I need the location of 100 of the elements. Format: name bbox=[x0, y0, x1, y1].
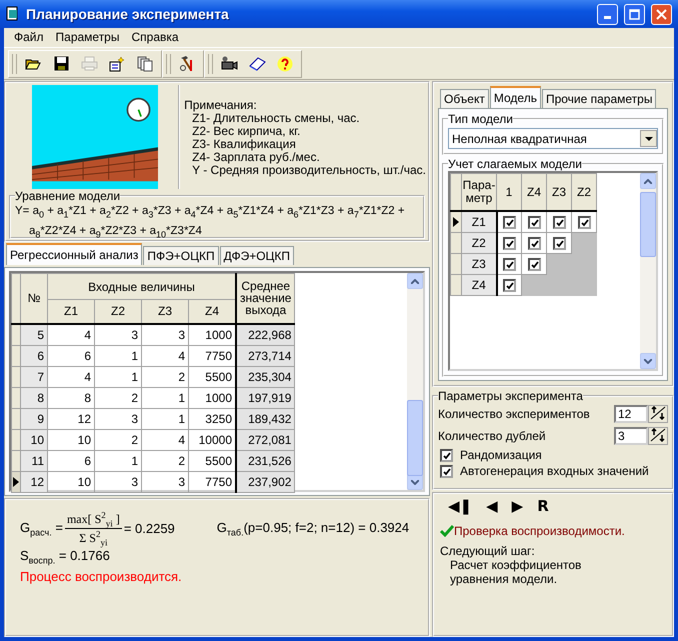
checkbox[interactable] bbox=[528, 237, 540, 250]
checkbox[interactable] bbox=[528, 258, 540, 272]
scroll-up-button[interactable] bbox=[407, 273, 423, 289]
table-cell: 12 bbox=[48, 408, 94, 429]
maximize-button[interactable] bbox=[624, 4, 645, 24]
table-cell: 6 bbox=[20, 345, 48, 366]
table-cell: 272,081 bbox=[236, 429, 295, 450]
table-cell: 3 bbox=[94, 408, 142, 429]
dropdown-button[interactable] bbox=[640, 130, 657, 147]
column-header: Среднее значение выхода bbox=[236, 274, 295, 324]
close-button[interactable] bbox=[651, 4, 672, 24]
model-equation: Y= a$_{0}$ + a$_{1}$*Z1 + a$_{2}$*Z2 + a$_{3}$*Z3 + a$_{4}$*Z4 + a$_{5}$*Z1*Z4 + a$_{6}$*Z1*Z3 + a$_{7}$*Z1*Z2 + a$_{8}$*Z2*Z4 + a$_{9}$*Z2*Z3 + a$_{10}$*Z3*Z4 bbox=[15, 204, 406, 242]
menu-item[interactable]: Параметры bbox=[50, 30, 126, 44]
table-cell: Z2 bbox=[462, 232, 496, 254]
tab[interactable]: ПФЭ+ОЦКП bbox=[143, 246, 219, 265]
table-cell: 237,902 bbox=[236, 471, 295, 492]
scrollbar-thumb[interactable] bbox=[407, 400, 423, 476]
tab[interactable]: Регрессионный анализ bbox=[6, 243, 142, 265]
table-cell: 7 bbox=[20, 366, 48, 387]
scrollbar[interactable] bbox=[640, 173, 656, 369]
table-cell: 12 bbox=[20, 471, 48, 492]
table-cell: 4 bbox=[142, 429, 188, 450]
navigation-button[interactable]: ◀ bbox=[484, 497, 500, 515]
navigation-button[interactable]: ▶ bbox=[510, 497, 526, 515]
row-indicator[interactable] bbox=[12, 471, 20, 492]
column-header: 1 bbox=[496, 174, 522, 211]
table-cell: 235,304 bbox=[236, 366, 295, 387]
navigation-button[interactable]: ◀❚ bbox=[446, 497, 474, 515]
field-label: Количество экспериментов bbox=[438, 407, 590, 421]
table-cell: 231,526 bbox=[236, 450, 295, 471]
column-header: Z4 bbox=[522, 174, 546, 211]
notes-text: Примечания: Z1- Длительность смены, час. Z2- Вес кирпича, кг. Z3- Квалификация Z4- Зарплата руб./мес. Y - Средняя производительность, шт./час. bbox=[178, 85, 426, 189]
navigation-button[interactable]: R bbox=[535, 497, 551, 515]
scrollbar[interactable] bbox=[407, 273, 423, 490]
table-cell: 3 bbox=[94, 324, 142, 345]
menu-item[interactable]: Справка bbox=[125, 30, 185, 44]
g-calc-value: = 0.2259 bbox=[124, 521, 175, 536]
tab[interactable]: Прочие параметры bbox=[542, 89, 656, 108]
column-header: Z3 bbox=[142, 300, 188, 324]
checkbox[interactable] bbox=[502, 216, 516, 230]
table-cell: 4 bbox=[48, 366, 94, 387]
camera-icon bbox=[220, 56, 238, 71]
status-message: Проверка воспроизводимости. bbox=[454, 524, 625, 538]
table-cell: 10 bbox=[48, 429, 94, 450]
folder-icon bbox=[25, 56, 41, 70]
checkbox[interactable] bbox=[528, 216, 540, 230]
tab[interactable]: ДФЭ+ОЦКП bbox=[220, 246, 294, 265]
table-cell: Z1 bbox=[462, 211, 496, 232]
chevron-down-icon bbox=[644, 358, 652, 364]
checkbox[interactable] bbox=[440, 448, 453, 462]
scroll-down-button[interactable] bbox=[640, 353, 656, 369]
group-title: Тип модели bbox=[448, 112, 513, 126]
column-header: Z1 bbox=[48, 300, 94, 324]
dropdown-arrow-icon bbox=[644, 136, 652, 140]
table-cell: 6 bbox=[48, 345, 94, 366]
scrollbar-thumb[interactable] bbox=[640, 192, 656, 257]
table-cell: 6 bbox=[48, 450, 94, 471]
spin-button[interactable] bbox=[648, 405, 668, 423]
checkbox[interactable] bbox=[440, 464, 453, 478]
column-header: Z3 bbox=[546, 174, 572, 211]
spin-arrows-icon bbox=[650, 406, 666, 420]
minimize-icon bbox=[604, 16, 611, 18]
group-title: Параметры эксперимента bbox=[438, 389, 583, 403]
spin-button[interactable] bbox=[648, 427, 668, 445]
menu-item[interactable]: Файл bbox=[8, 30, 50, 44]
number-field[interactable]: 3 bbox=[614, 427, 648, 445]
s-repro-text: S$_{воспр.}$ = 0.1766 bbox=[20, 548, 111, 566]
tab[interactable]: Модель bbox=[490, 86, 541, 108]
close-icon bbox=[656, 8, 667, 20]
checkbox[interactable] bbox=[502, 258, 516, 272]
table-cell: 222,968 bbox=[236, 324, 295, 345]
checkbox[interactable] bbox=[578, 216, 590, 230]
checkbox[interactable] bbox=[502, 279, 516, 292]
grid-corner bbox=[12, 274, 20, 324]
checkmark-icon bbox=[440, 525, 454, 537]
tab[interactable]: Объект bbox=[440, 89, 489, 108]
row-indicator[interactable] bbox=[12, 324, 20, 345]
maximize-icon bbox=[629, 8, 640, 20]
checkbox-label: Автогенерация входных значений bbox=[460, 464, 649, 478]
app-icon bbox=[6, 6, 20, 22]
g-table-text: G$_{таб.}$(p=0.95; f=2; n=12) = 0.3924 bbox=[216, 520, 410, 538]
g-calc-label: G$_{расч.}$ = bbox=[20, 520, 63, 538]
next-step-text: Расчет коэффициентов уравнения модели. bbox=[449, 558, 582, 586]
checkbox[interactable] bbox=[552, 237, 566, 250]
checkbox[interactable] bbox=[502, 237, 516, 250]
minimize-button[interactable] bbox=[597, 4, 618, 24]
chevron-up-icon bbox=[411, 278, 419, 284]
scroll-up-button[interactable] bbox=[640, 173, 656, 189]
sparkle-document-icon bbox=[109, 56, 125, 72]
column-header: № bbox=[20, 274, 48, 324]
next-step-title: Следующий шаг: bbox=[440, 544, 536, 558]
number-field[interactable]: 12 bbox=[614, 405, 648, 423]
row-indicator[interactable] bbox=[450, 211, 462, 232]
table-cell: 4 bbox=[142, 345, 188, 366]
checkbox[interactable] bbox=[552, 216, 566, 230]
table-cell: 1 bbox=[142, 408, 188, 429]
table-cell: 2 bbox=[142, 366, 188, 387]
table-cell: 1 bbox=[142, 387, 188, 408]
table-cell: 11 bbox=[20, 450, 48, 471]
model-type-dropdown[interactable]: Неполная квадратичная bbox=[448, 128, 658, 149]
